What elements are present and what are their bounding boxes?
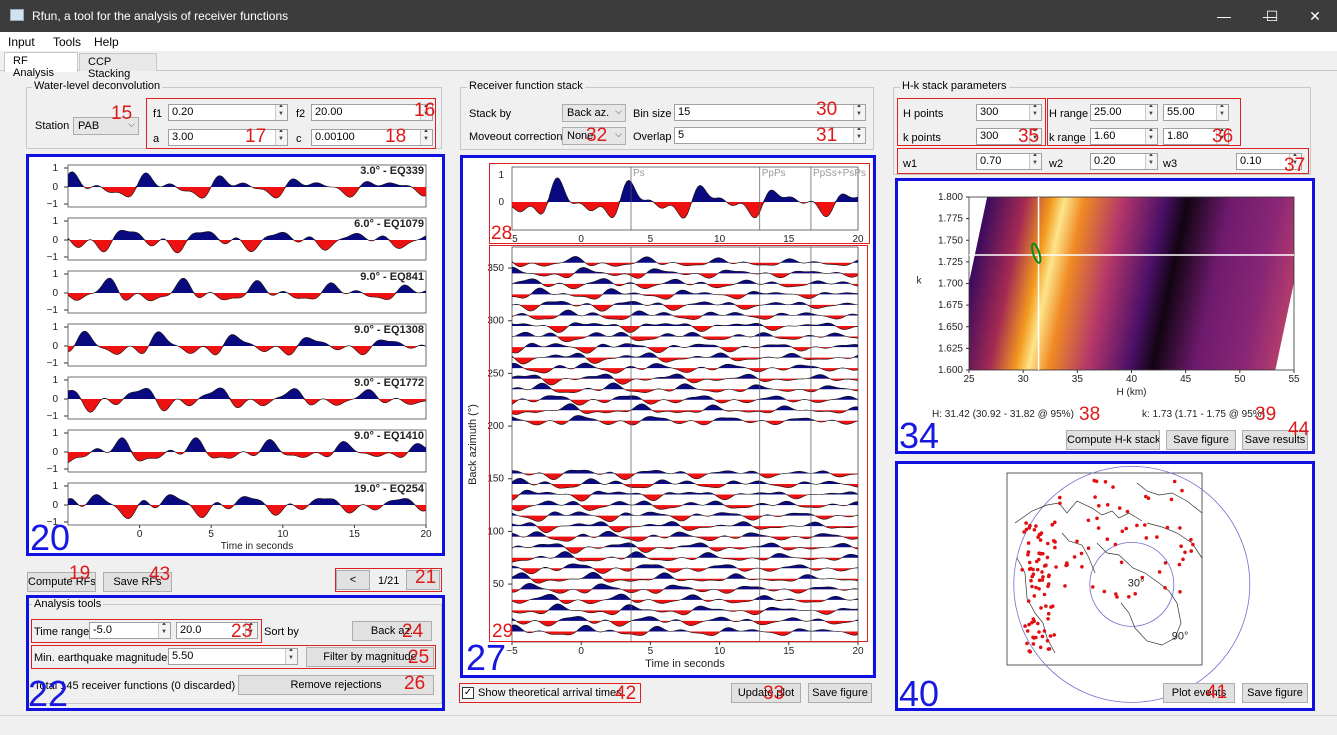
- annot-35: 35: [1018, 126, 1040, 147]
- weights-box: [897, 148, 1309, 174]
- annot-21: 21: [415, 567, 437, 588]
- stack-title: Receiver function stack: [467, 80, 585, 92]
- annot-38: 38: [1079, 404, 1101, 425]
- annot-27: 27: [466, 637, 507, 678]
- annot-31: 31: [816, 125, 838, 146]
- annot-25: 25: [408, 647, 430, 668]
- tools-frame: [26, 595, 445, 711]
- annot-20: 20: [30, 517, 71, 558]
- annot-22: 22: [28, 673, 69, 714]
- annot-34: 34: [899, 415, 940, 456]
- stack-by-label: Stack by: [469, 108, 512, 120]
- decon-title: Water-level deconvolution: [32, 80, 163, 92]
- window-title: Rfun, a tool for the analysis of receive…: [32, 9, 289, 23]
- annot-42: 42: [615, 683, 637, 704]
- chevron-down-icon: ⌵: [615, 129, 622, 139]
- hk-params-title: H-k stack parameters: [900, 80, 1009, 92]
- chevron-down-icon: ⌵: [615, 106, 622, 116]
- hk-figure-frame: [895, 178, 1315, 454]
- annot-15: 15: [111, 103, 133, 124]
- annot-19: 19: [69, 563, 91, 584]
- app-icon: [10, 9, 24, 21]
- menu-tools[interactable]: Tools: [53, 35, 81, 49]
- annot-37: 37: [1284, 155, 1306, 176]
- annot-23: 23: [231, 621, 253, 642]
- station-label: Station: [35, 120, 70, 132]
- menu-input[interactable]: Input: [8, 35, 35, 49]
- overlap-label: Overlap: [633, 131, 672, 143]
- annot-26: 26: [404, 673, 426, 694]
- title-bar: Rfun, a tool for the analysis of receive…: [0, 0, 1337, 32]
- maximize-icon[interactable]: ☐: [1249, 0, 1295, 32]
- annot-44: 44: [1288, 419, 1310, 440]
- annot-16: 16: [414, 100, 436, 121]
- annot-33: 33: [763, 683, 785, 704]
- tab-rf-analysis[interactable]: RF Analysis: [4, 52, 78, 79]
- annot-43: 43: [149, 564, 171, 585]
- annot-40: 40: [899, 673, 940, 714]
- annot-30: 30: [816, 99, 838, 120]
- menu-help[interactable]: Help: [94, 35, 119, 49]
- annot-28: 28: [491, 223, 513, 244]
- tab-ccp-stacking[interactable]: CCP Stacking: [79, 53, 157, 80]
- bin-size-label: Bin size: [633, 108, 672, 120]
- annot-17: 17: [245, 126, 267, 147]
- save-stack-figure-button[interactable]: Save figure: [808, 683, 872, 703]
- annot-32: 32: [586, 125, 608, 146]
- tab-bar: RF Analysis CCP Stacking: [0, 51, 1337, 80]
- map-figure-frame: [895, 461, 1315, 711]
- annot-41: 41: [1206, 682, 1228, 703]
- bin-size-field[interactable]: 15: [674, 104, 866, 121]
- moveout-label: Moveout correction: [469, 131, 563, 143]
- close-button[interactable]: ✕: [1293, 0, 1337, 32]
- annot-39: 39: [1255, 404, 1277, 425]
- status-bar: [0, 715, 1337, 735]
- rf-figure-frame: [26, 154, 445, 556]
- minimize-icon[interactable]: —: [1201, 0, 1247, 32]
- arrivals-box: [459, 683, 641, 703]
- menu-bar: Input Tools Help: [0, 32, 1337, 51]
- stack-by-select[interactable]: Back az. ⌵: [562, 104, 626, 122]
- overlap-field[interactable]: 5: [674, 127, 866, 144]
- stack-figure-frame: [460, 155, 876, 678]
- annot-36: 36: [1212, 126, 1234, 147]
- annot-24: 24: [402, 621, 424, 642]
- annot-18: 18: [385, 126, 407, 147]
